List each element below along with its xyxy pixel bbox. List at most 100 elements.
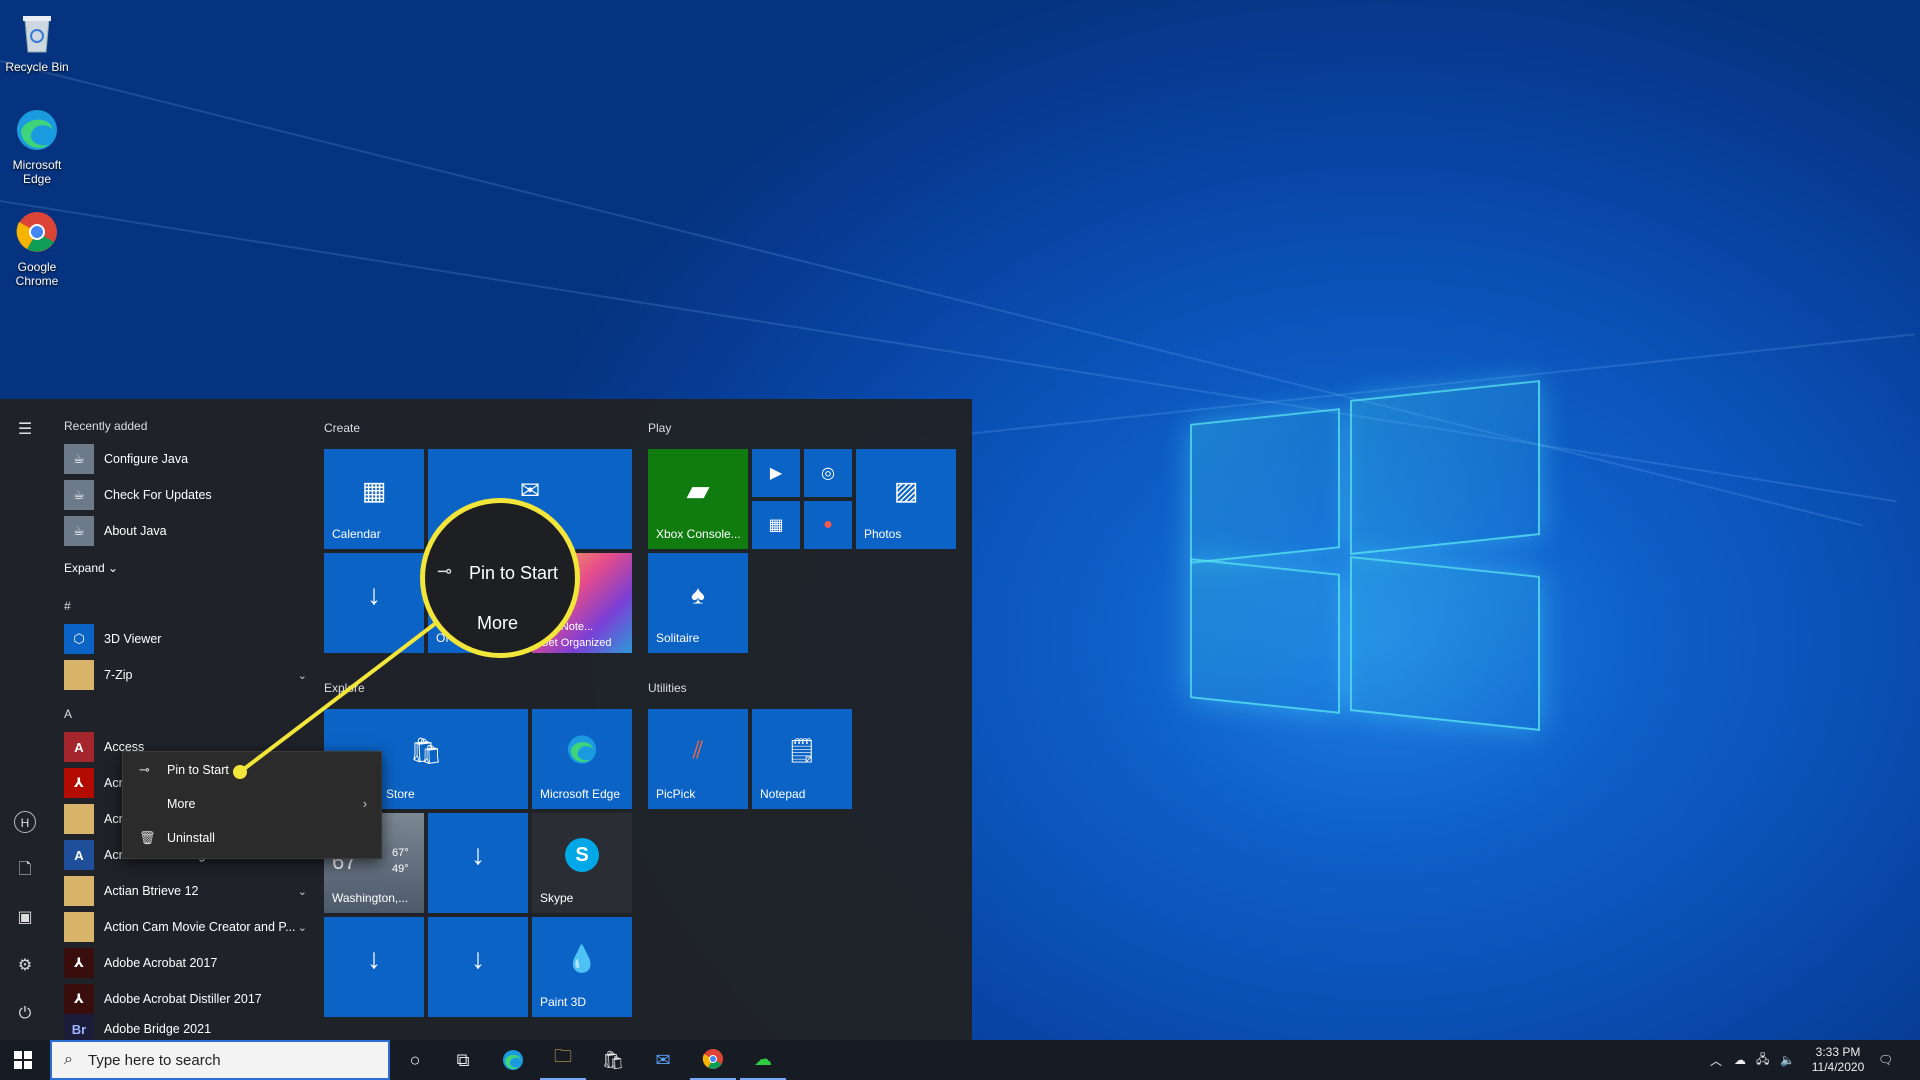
tile-skype[interactable]: S Skype [532,813,632,913]
taskbar: ⌕ Type here to search ○ ⧉ 🗀 🛍 ✉ ☁ ︿ ☁ 🖧 … [0,1040,1920,1080]
pictures-icon[interactable]: ▣ [14,907,36,929]
pin-icon: ⊸ [437,561,453,581]
menu-item-more[interactable]: More › [123,788,381,820]
start-rail: ☰ H 🗋 ▣ ⚙ ⏻ [0,399,50,1040]
3d-viewer-icon: ⬡ [64,624,94,654]
tray-clock[interactable]: 3:33 PM 11/4/2020 [1808,1040,1868,1080]
tile-xbox[interactable]: ▰ Xbox Console... [648,449,748,549]
context-menu: ⊸ Pin to Start More › 🗑 Uninstall [122,751,382,859]
task-view-icon: ⧉ [456,1049,470,1070]
paint-drop-icon: 💧 [565,943,599,974]
documents-icon[interactable]: 🗋 [14,859,36,881]
callout-anchor-dot [233,765,247,779]
pin-icon: ⊸ [139,762,150,777]
section-header-hash[interactable]: # [64,599,71,613]
tile-download-2[interactable]: ↓ [428,813,528,913]
tile-groove[interactable]: ◎ [804,449,852,497]
app-label: Adobe Acrobat Distiller 2017 [104,992,262,1006]
tile-label: Paint 3D [540,995,587,1009]
taskbar-edge[interactable] [490,1040,536,1080]
windows-start-icon [14,1051,32,1069]
folder-icon [64,660,94,690]
chrome-icon [13,208,61,256]
taskbar-file-explorer[interactable]: 🗀 [540,1040,586,1080]
tray-onedrive[interactable]: ☁ [1734,1040,1746,1080]
app-item-3d-viewer[interactable]: ⬡ 3D Viewer [64,623,309,655]
settings-gear-icon[interactable]: ⚙ [14,955,36,977]
green-cloud-icon: ☁ [754,1048,772,1069]
photos-icon: ▨ [893,475,919,506]
tile-calculator[interactable]: ▦ [752,501,800,549]
mail-icon: ✉ [655,1049,671,1070]
tile-label: Washington,... [332,891,409,905]
app-item-adobe-acrobat[interactable]: ⅄ Adobe Acrobat 2017 [64,947,309,979]
tile-notepad[interactable]: 🗒 Notepad [752,709,852,809]
app-item-action-cam[interactable]: Action Cam Movie Creator and P... ⌄ [64,911,309,943]
search-icon: ⌕ [64,1051,73,1068]
cortana-button[interactable]: ○ [392,1040,438,1080]
action-center-button[interactable]: 🗨 [1878,1040,1893,1080]
tile-download-4[interactable]: ↓ [428,917,528,1017]
volume-icon: 🔈 [1780,1053,1795,1067]
menu-item-uninstall[interactable]: 🗑 Uninstall [123,822,381,854]
notepad-icon: 🗒 [786,737,818,765]
taskbar-chrome[interactable] [690,1040,736,1080]
tile-download-3[interactable]: ↓ [324,917,424,1017]
folder-icon [64,804,94,834]
expand-button[interactable]: Expand ⌄ [64,561,118,575]
desktop-icon-chrome[interactable]: Google Chrome [2,208,72,288]
desktop-icon-edge[interactable]: Microsoft Edge [2,106,72,186]
tile-download[interactable]: ↓ [324,553,424,653]
taskbar-search-box[interactable]: ⌕ Type here to search [50,1040,390,1080]
tile-area: Create Play Explore Utilities ▦ Calendar… [324,399,964,1040]
app-item-check-for-updates[interactable]: ☕ Check For Updates [64,479,309,511]
taskbar-mail[interactable]: ✉ [640,1040,686,1080]
tile-picpick[interactable]: ⫽ PicPick [648,709,748,809]
app-item-adobe-distiller[interactable]: ⅄ Adobe Acrobat Distiller 2017 [64,983,309,1015]
tile-solitaire[interactable]: ♠ Solitaire [648,553,748,653]
taskbar-store[interactable]: 🛍 [590,1040,636,1080]
chevron-down-icon: ⌄ [297,669,307,682]
calendar-icon: ▦ [361,475,387,506]
tile-maps[interactable]: ● [804,501,852,549]
hamburger-menu-icon[interactable]: ☰ [14,419,36,441]
start-button[interactable] [0,1040,46,1080]
xbox-console-icon: ▰ [686,474,710,508]
desktop-icon-recycle-bin[interactable]: Recycle Bin [2,8,72,74]
weather-low: 49° [392,863,409,875]
menu-item-pin-to-start[interactable]: ⊸ Pin to Start [123,754,381,786]
chevron-up-icon: ︿ [1710,1053,1723,1068]
calculator-icon: ▦ [768,517,784,534]
folder-icon [64,876,94,906]
tile-movies[interactable]: ▶ [752,449,800,497]
desktop-icon-label: Microsoft Edge [12,158,62,186]
group-header-create: Create [324,421,361,435]
taskbar-green-app[interactable]: ☁ [740,1040,786,1080]
picpick-icon: ⫽ [692,737,704,764]
tray-network[interactable]: 🖧 [1756,1040,1769,1080]
user-avatar-icon[interactable]: H [14,811,36,833]
tile-microsoft-edge[interactable]: Microsoft Edge [532,709,632,809]
edge-icon [565,733,599,770]
group-header-utilities: Utilities [648,681,687,695]
tray-chevron-up[interactable]: ︿ [1710,1040,1722,1080]
tray-volume[interactable]: 🔈 [1780,1040,1795,1080]
menu-item-label: Pin to Start [167,763,229,777]
tile-paint-3d[interactable]: 💧 Paint 3D [532,917,632,1017]
app-item-7zip[interactable]: 7-Zip ⌄ [64,659,309,691]
download-icon: ↓ [367,579,381,610]
network-icon: 🖧 [1756,1051,1770,1066]
app-item-configure-java[interactable]: ☕ Configure Java [64,443,309,475]
chevron-down-icon: ⌄ [297,885,307,898]
desktop-icon-label: Recycle Bin [5,60,69,74]
app-item-about-java[interactable]: ☕ About Java [64,515,309,547]
download-icon: ↓ [471,943,485,974]
tile-photos[interactable]: ▨ Photos [856,449,956,549]
app-item-actian[interactable]: Actian Btrieve 12 ⌄ [64,875,309,907]
section-header-a[interactable]: A [64,707,72,721]
power-icon[interactable]: ⏻ [14,1003,36,1025]
recently-added-header: Recently added [64,419,148,433]
task-view-button[interactable]: ⧉ [440,1040,486,1080]
tile-calendar[interactable]: ▦ Calendar [324,449,424,549]
start-menu: ☰ H 🗋 ▣ ⚙ ⏻ Recently added ☕ Configure J… [0,399,972,1044]
